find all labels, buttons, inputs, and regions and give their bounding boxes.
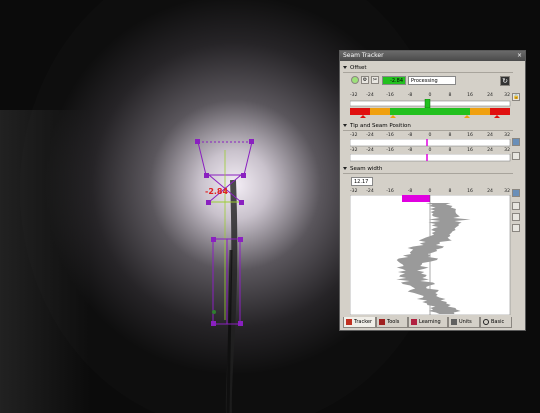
tab-label: Units — [459, 319, 472, 325]
status-field: Processing — [408, 76, 456, 85]
power-icon[interactable] — [351, 76, 359, 84]
seam-overlay — [195, 139, 254, 326]
panel-title: Seam Tracker — [343, 52, 384, 59]
seam-position-bar — [350, 154, 511, 162]
scale-tick-label: 16 — [467, 133, 473, 138]
grid-icon[interactable] — [512, 224, 520, 232]
scale-tick-label: -24 — [366, 93, 374, 98]
scale-tick-label: 8 — [448, 93, 452, 98]
scale-tick-label: 16 — [467, 93, 473, 98]
scale-tick-label: -8 — [407, 93, 413, 98]
tab-units[interactable]: Units — [448, 317, 480, 328]
scale-tick-label: -8 — [407, 189, 413, 194]
scale-tick-label: -16 — [386, 148, 394, 153]
tab-bar: Tracker Tools Learning Units Basic — [343, 317, 523, 328]
arrow-icon[interactable] — [512, 138, 520, 146]
offset-value: -2.84 — [382, 76, 406, 85]
collapse-icon — [343, 66, 347, 69]
tab-tracker[interactable]: Tracker — [343, 317, 376, 328]
scale-tick-label: 24 — [487, 189, 493, 194]
tab-basic[interactable]: Basic — [480, 317, 512, 328]
lock-icon[interactable]: 🔒 — [512, 93, 520, 101]
scale-tick-label: 0 — [428, 148, 432, 153]
scale-tick-label: 8 — [448, 133, 452, 138]
scale-tick-label: 32 — [504, 189, 510, 194]
seam-tracker-panel: Seam Tracker × Offset ⚙ ✂ -2.84 Processi… — [339, 50, 526, 331]
camera-icon[interactable] — [512, 152, 520, 160]
collapse-icon — [343, 167, 347, 170]
scale-tick-label: 24 — [487, 93, 493, 98]
overlay-offset-label: -2.84 — [205, 187, 229, 196]
scale-tick-label: -16 — [386, 189, 394, 194]
scale-tick-label: 32 — [504, 93, 510, 98]
tools-icon — [379, 318, 385, 325]
scale-tick-label: -32 — [350, 93, 358, 98]
scale-tick-label: 16 — [467, 148, 473, 153]
offset-header-label: Offset — [350, 65, 367, 71]
scale-tick-label: -16 — [386, 93, 394, 98]
scale-tick-label: 16 — [467, 189, 473, 194]
scale-tick-label: 24 — [487, 148, 493, 153]
scale-tick-label: -8 — [407, 133, 413, 138]
scale-tick-label: -32 — [350, 148, 358, 153]
scale-tick-label: 0 — [428, 133, 432, 138]
gear-icon[interactable]: ⚙ — [361, 76, 369, 84]
tab-tools[interactable]: Tools — [376, 317, 408, 328]
learning-icon — [411, 318, 417, 325]
scale-tick-label: -24 — [366, 148, 374, 153]
arrow-icon[interactable] — [512, 189, 520, 197]
tip-bar — [350, 139, 511, 147]
camera-icon[interactable] — [512, 202, 520, 210]
tab-label: Basic — [491, 319, 505, 325]
tool-icon[interactable]: ✂ — [371, 76, 379, 84]
offset-section-header[interactable]: Offset — [343, 64, 513, 73]
scale-tick-label: 24 — [487, 133, 493, 138]
split-icon[interactable] — [512, 213, 520, 221]
collapse-icon — [343, 124, 347, 127]
scale-tick-label: -32 — [350, 189, 358, 194]
scale-tick-label: 0 — [428, 189, 432, 194]
tab-learning[interactable]: Learning — [408, 317, 448, 328]
offset-bar — [350, 99, 511, 118]
seam-width-header-label: Seam width — [350, 166, 383, 172]
scale-tick-label: -24 — [366, 189, 374, 194]
close-icon[interactable]: × — [517, 51, 522, 61]
info-icon — [483, 318, 489, 325]
seam-width-histogram — [350, 195, 511, 315]
units-icon — [451, 318, 457, 325]
seam-width-section-header[interactable]: Seam width — [343, 165, 513, 174]
scale-tick-label: -32 — [350, 133, 358, 138]
scale-tick-label: 8 — [448, 189, 452, 194]
tip-seam-section-header[interactable]: Tip and Seam Position — [343, 122, 513, 131]
scale-tick-label: -8 — [407, 148, 413, 153]
tab-label: Learning — [419, 319, 441, 325]
seam-width-value: 12.17 — [351, 177, 373, 186]
scale-tick-label: 0 — [428, 93, 432, 98]
scale-tick-label: 32 — [504, 148, 510, 153]
tab-label: Tools — [387, 319, 400, 325]
refresh-icon[interactable]: ↻ — [500, 76, 510, 86]
scale-tick-label: -24 — [366, 133, 374, 138]
panel-titlebar[interactable]: Seam Tracker × — [340, 51, 525, 61]
tip-seam-header-label: Tip and Seam Position — [350, 123, 411, 129]
tab-label: Tracker — [354, 319, 373, 325]
scale-tick-label: -16 — [386, 133, 394, 138]
scale-tick-label: 8 — [448, 148, 452, 153]
scale-tick-label: 32 — [504, 133, 510, 138]
tracker-icon — [346, 318, 352, 325]
